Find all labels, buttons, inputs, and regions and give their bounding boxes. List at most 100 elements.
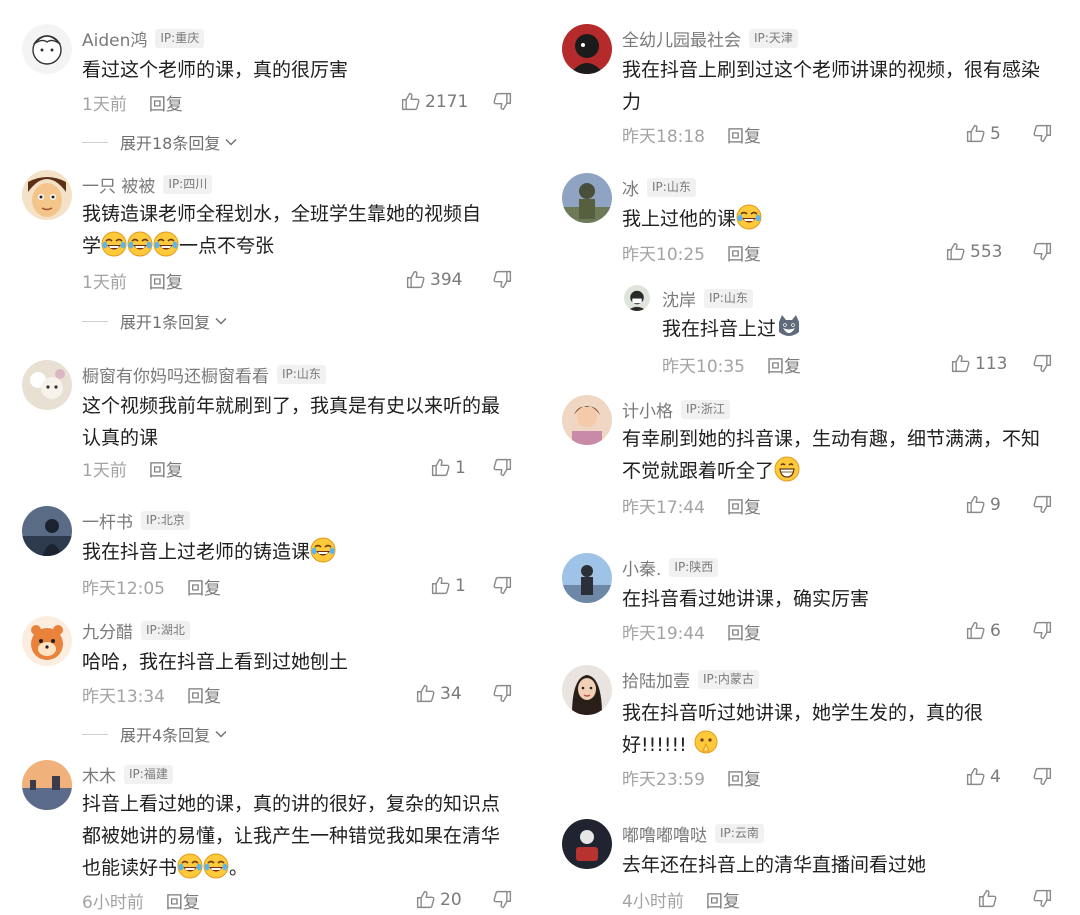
username[interactable]: 小秦. — [622, 555, 661, 580]
username[interactable]: 橱窗有你妈吗还橱窗看看 — [82, 362, 269, 387]
thumb-down-icon[interactable] — [1032, 353, 1053, 374]
avatar[interactable] — [562, 665, 612, 715]
like-button[interactable]: 394 — [405, 269, 462, 290]
thumb-down-icon[interactable] — [492, 575, 513, 596]
reply-button[interactable]: 回复 — [727, 765, 761, 790]
reply-button[interactable]: 回复 — [149, 456, 183, 481]
comment-item: 嘟噜嘟噜哒 IP:云南 去年还在抖音上的清华直播间看过她 4小时前 回复 — [540, 815, 1080, 915]
reply-button[interactable]: 回复 — [727, 122, 761, 147]
reply-button[interactable]: 回复 — [727, 619, 761, 644]
username[interactable]: 一杆书 — [82, 508, 133, 533]
reply-button[interactable]: 回复 — [149, 268, 183, 293]
timestamp: 昨天19:44 — [622, 623, 705, 644]
thumb-up-icon — [400, 91, 421, 112]
like-button[interactable]: 9 — [965, 494, 1001, 515]
username[interactable]: 冰 — [622, 175, 639, 200]
comment-text: 我在抖音上刷到过这个老师讲课的视频，很有感染力 — [622, 59, 1041, 113]
thumb-up-icon — [430, 575, 451, 596]
username[interactable]: 嘟噜嘟噜哒 — [622, 821, 707, 846]
laugh-cry-emoji-icon — [153, 231, 179, 257]
avatar[interactable] — [562, 24, 612, 74]
comment-text: 哈哈，我在抖音上看到过她刨土 — [82, 651, 349, 673]
thumb-down-icon[interactable] — [1032, 620, 1053, 641]
like-count: 20 — [440, 889, 462, 910]
reply-button[interactable]: 回复 — [149, 90, 183, 115]
ip-badge: IP:浙江 — [681, 399, 730, 419]
username[interactable]: Aiden鸿 — [82, 26, 147, 51]
thumb-down-icon[interactable] — [1032, 766, 1053, 787]
like-button[interactable]: 6 — [965, 620, 1001, 641]
comment-item: 计小格 IP:浙江 有幸刷到她的抖音课，生动有趣，细节满满，不知不觉就跟着听全了… — [540, 385, 1080, 545]
reply-button[interactable]: 回复 — [706, 887, 740, 912]
expand-replies[interactable]: 展开18条回复 — [82, 130, 238, 154]
user-line: 九分醋 IP:湖北 — [82, 618, 190, 643]
reply-button[interactable]: 回复 — [166, 888, 200, 913]
like-button[interactable]: 4 — [965, 766, 1001, 787]
username[interactable]: 九分醋 — [82, 618, 133, 643]
username[interactable]: 计小格 — [622, 397, 673, 422]
timestamp: 昨天17:44 — [622, 497, 705, 518]
avatar[interactable] — [562, 553, 612, 603]
username[interactable]: 全幼儿园最社会 — [622, 26, 741, 51]
user-line: 嘟噜嘟噜哒 IP:云南 — [622, 821, 764, 846]
like-count: 4 — [990, 766, 1001, 787]
avatar[interactable] — [562, 819, 612, 869]
reply-item: 沈岸 IP:山东 我在抖音上过 昨天10:35 回复 113 — [540, 275, 1080, 385]
ip-badge: IP:山东 — [277, 364, 326, 384]
comment-text: 我在抖音听过她讲课，她学生发的，真的很 好!!!!!! — [622, 697, 1052, 761]
avatar[interactable] — [22, 24, 72, 74]
comment-text-line: 我在抖音上过 — [662, 318, 777, 340]
comment-text: 我在抖音上过老师的铸造课 — [82, 536, 512, 568]
reply-button[interactable]: 回复 — [727, 493, 761, 518]
chevron-down-icon — [214, 727, 228, 741]
thumb-up-icon — [977, 888, 998, 909]
like-button[interactable]: 1 — [430, 575, 466, 596]
thumb-up-icon — [415, 683, 436, 704]
like-button[interactable] — [977, 888, 1002, 909]
like-button[interactable]: 553 — [945, 241, 1002, 262]
expand-replies[interactable]: 展开1条回复 — [82, 309, 228, 333]
like-button[interactable]: 34 — [415, 683, 462, 704]
thumb-down-icon[interactable] — [492, 91, 513, 112]
avatar[interactable] — [562, 173, 612, 223]
like-button[interactable]: 20 — [415, 889, 462, 910]
avatar[interactable] — [22, 616, 72, 666]
like-count: 1 — [455, 457, 466, 478]
like-button[interactable]: 5 — [965, 123, 1001, 144]
reply-button[interactable]: 回复 — [187, 574, 221, 599]
timestamp: 1天前 — [82, 272, 127, 293]
expand-replies[interactable]: 展开4条回复 — [82, 722, 228, 746]
avatar[interactable] — [22, 506, 72, 556]
username[interactable]: 沈岸 — [662, 286, 696, 311]
laugh-cry-emoji-icon — [736, 204, 762, 230]
reply-button[interactable]: 回复 — [727, 240, 761, 265]
username[interactable]: 一只 被被 — [82, 172, 155, 197]
like-button[interactable]: 2171 — [400, 91, 468, 112]
thumb-down-icon[interactable] — [1032, 241, 1053, 262]
username[interactable]: 木木 — [82, 762, 116, 787]
like-count: 5 — [990, 123, 1001, 144]
thumb-down-icon[interactable] — [1032, 494, 1053, 515]
user-line: 拾陆加壹 IP:内蒙古 — [622, 667, 759, 692]
thumb-down-icon[interactable] — [1032, 888, 1053, 909]
username[interactable]: 拾陆加壹 — [622, 667, 690, 692]
reply-button[interactable]: 回复 — [767, 352, 801, 377]
like-button[interactable]: 113 — [950, 353, 1007, 374]
avatar[interactable] — [624, 285, 650, 311]
thumb-down-icon[interactable] — [492, 683, 513, 704]
like-count: 113 — [975, 353, 1008, 374]
like-count: 2171 — [425, 91, 469, 112]
praying-emoji-icon — [693, 730, 719, 756]
thumb-down-icon[interactable] — [492, 269, 513, 290]
avatar[interactable] — [562, 395, 612, 445]
thumb-down-icon[interactable] — [1032, 123, 1053, 144]
thumb-down-icon[interactable] — [492, 889, 513, 910]
reply-button[interactable]: 回复 — [187, 682, 221, 707]
thumb-down-icon[interactable] — [492, 457, 513, 478]
comment-text-line: 我铸造课老师全程划水，全班学生靠她的视频自 — [82, 203, 482, 225]
avatar[interactable] — [22, 170, 72, 220]
avatar[interactable] — [22, 360, 72, 410]
user-line: 一只 被被 IP:四川 — [82, 172, 213, 197]
like-button[interactable]: 1 — [430, 457, 466, 478]
avatar[interactable] — [22, 760, 72, 810]
